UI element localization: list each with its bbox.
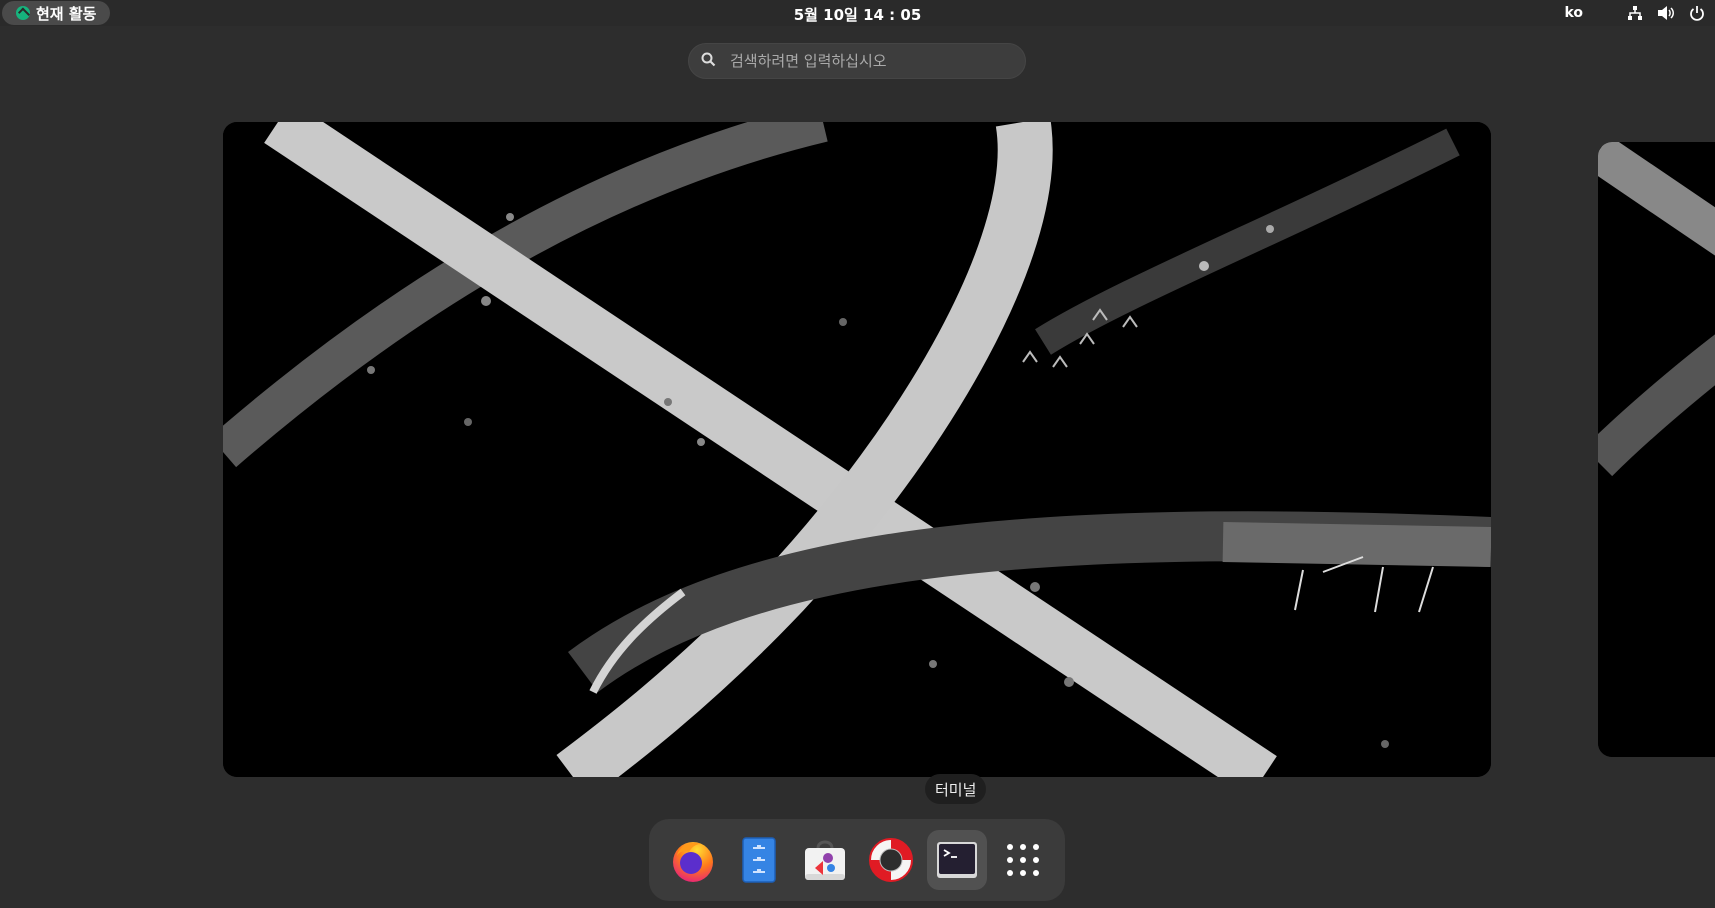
- search-icon: [701, 52, 716, 71]
- search-input[interactable]: [728, 51, 1025, 71]
- software-icon: [805, 840, 845, 880]
- power-icon[interactable]: [1689, 5, 1705, 21]
- top-bar: 현재 활동 5월 10일 14 : 05 ko: [0, 0, 1715, 26]
- dock: [649, 819, 1065, 901]
- firefox-icon: [673, 842, 713, 882]
- dock-item-firefox[interactable]: [663, 830, 723, 890]
- next-workspace-thumbnail[interactable]: [1598, 142, 1715, 757]
- wallpaper-image-preview: [1598, 142, 1715, 757]
- app-grid-icon: [1007, 844, 1039, 876]
- workspace-thumbnail[interactable]: [223, 122, 1491, 777]
- network-icon[interactable]: [1627, 5, 1643, 21]
- dock-item-help[interactable]: [861, 830, 921, 890]
- dock-tooltip: 터미널: [925, 774, 987, 804]
- help-icon: [869, 838, 913, 882]
- activities-button[interactable]: 현재 활동: [2, 1, 111, 25]
- dock-item-software[interactable]: [795, 830, 855, 890]
- system-tray[interactable]: ko: [1564, 3, 1705, 23]
- distro-logo-icon: [16, 6, 30, 20]
- volume-icon[interactable]: [1657, 5, 1675, 21]
- wallpaper-image: [223, 122, 1491, 777]
- clock[interactable]: 5월 10일 14 : 05: [794, 6, 922, 24]
- terminal-icon: [937, 842, 977, 878]
- dock-item-files[interactable]: [729, 830, 789, 890]
- dock-item-app-grid[interactable]: [993, 830, 1053, 890]
- files-icon: [742, 837, 776, 883]
- search-box[interactable]: [688, 43, 1026, 79]
- activities-label: 현재 활동: [36, 4, 97, 23]
- keyboard-language-indicator[interactable]: ko: [1564, 5, 1583, 21]
- dock-item-terminal[interactable]: [927, 830, 987, 890]
